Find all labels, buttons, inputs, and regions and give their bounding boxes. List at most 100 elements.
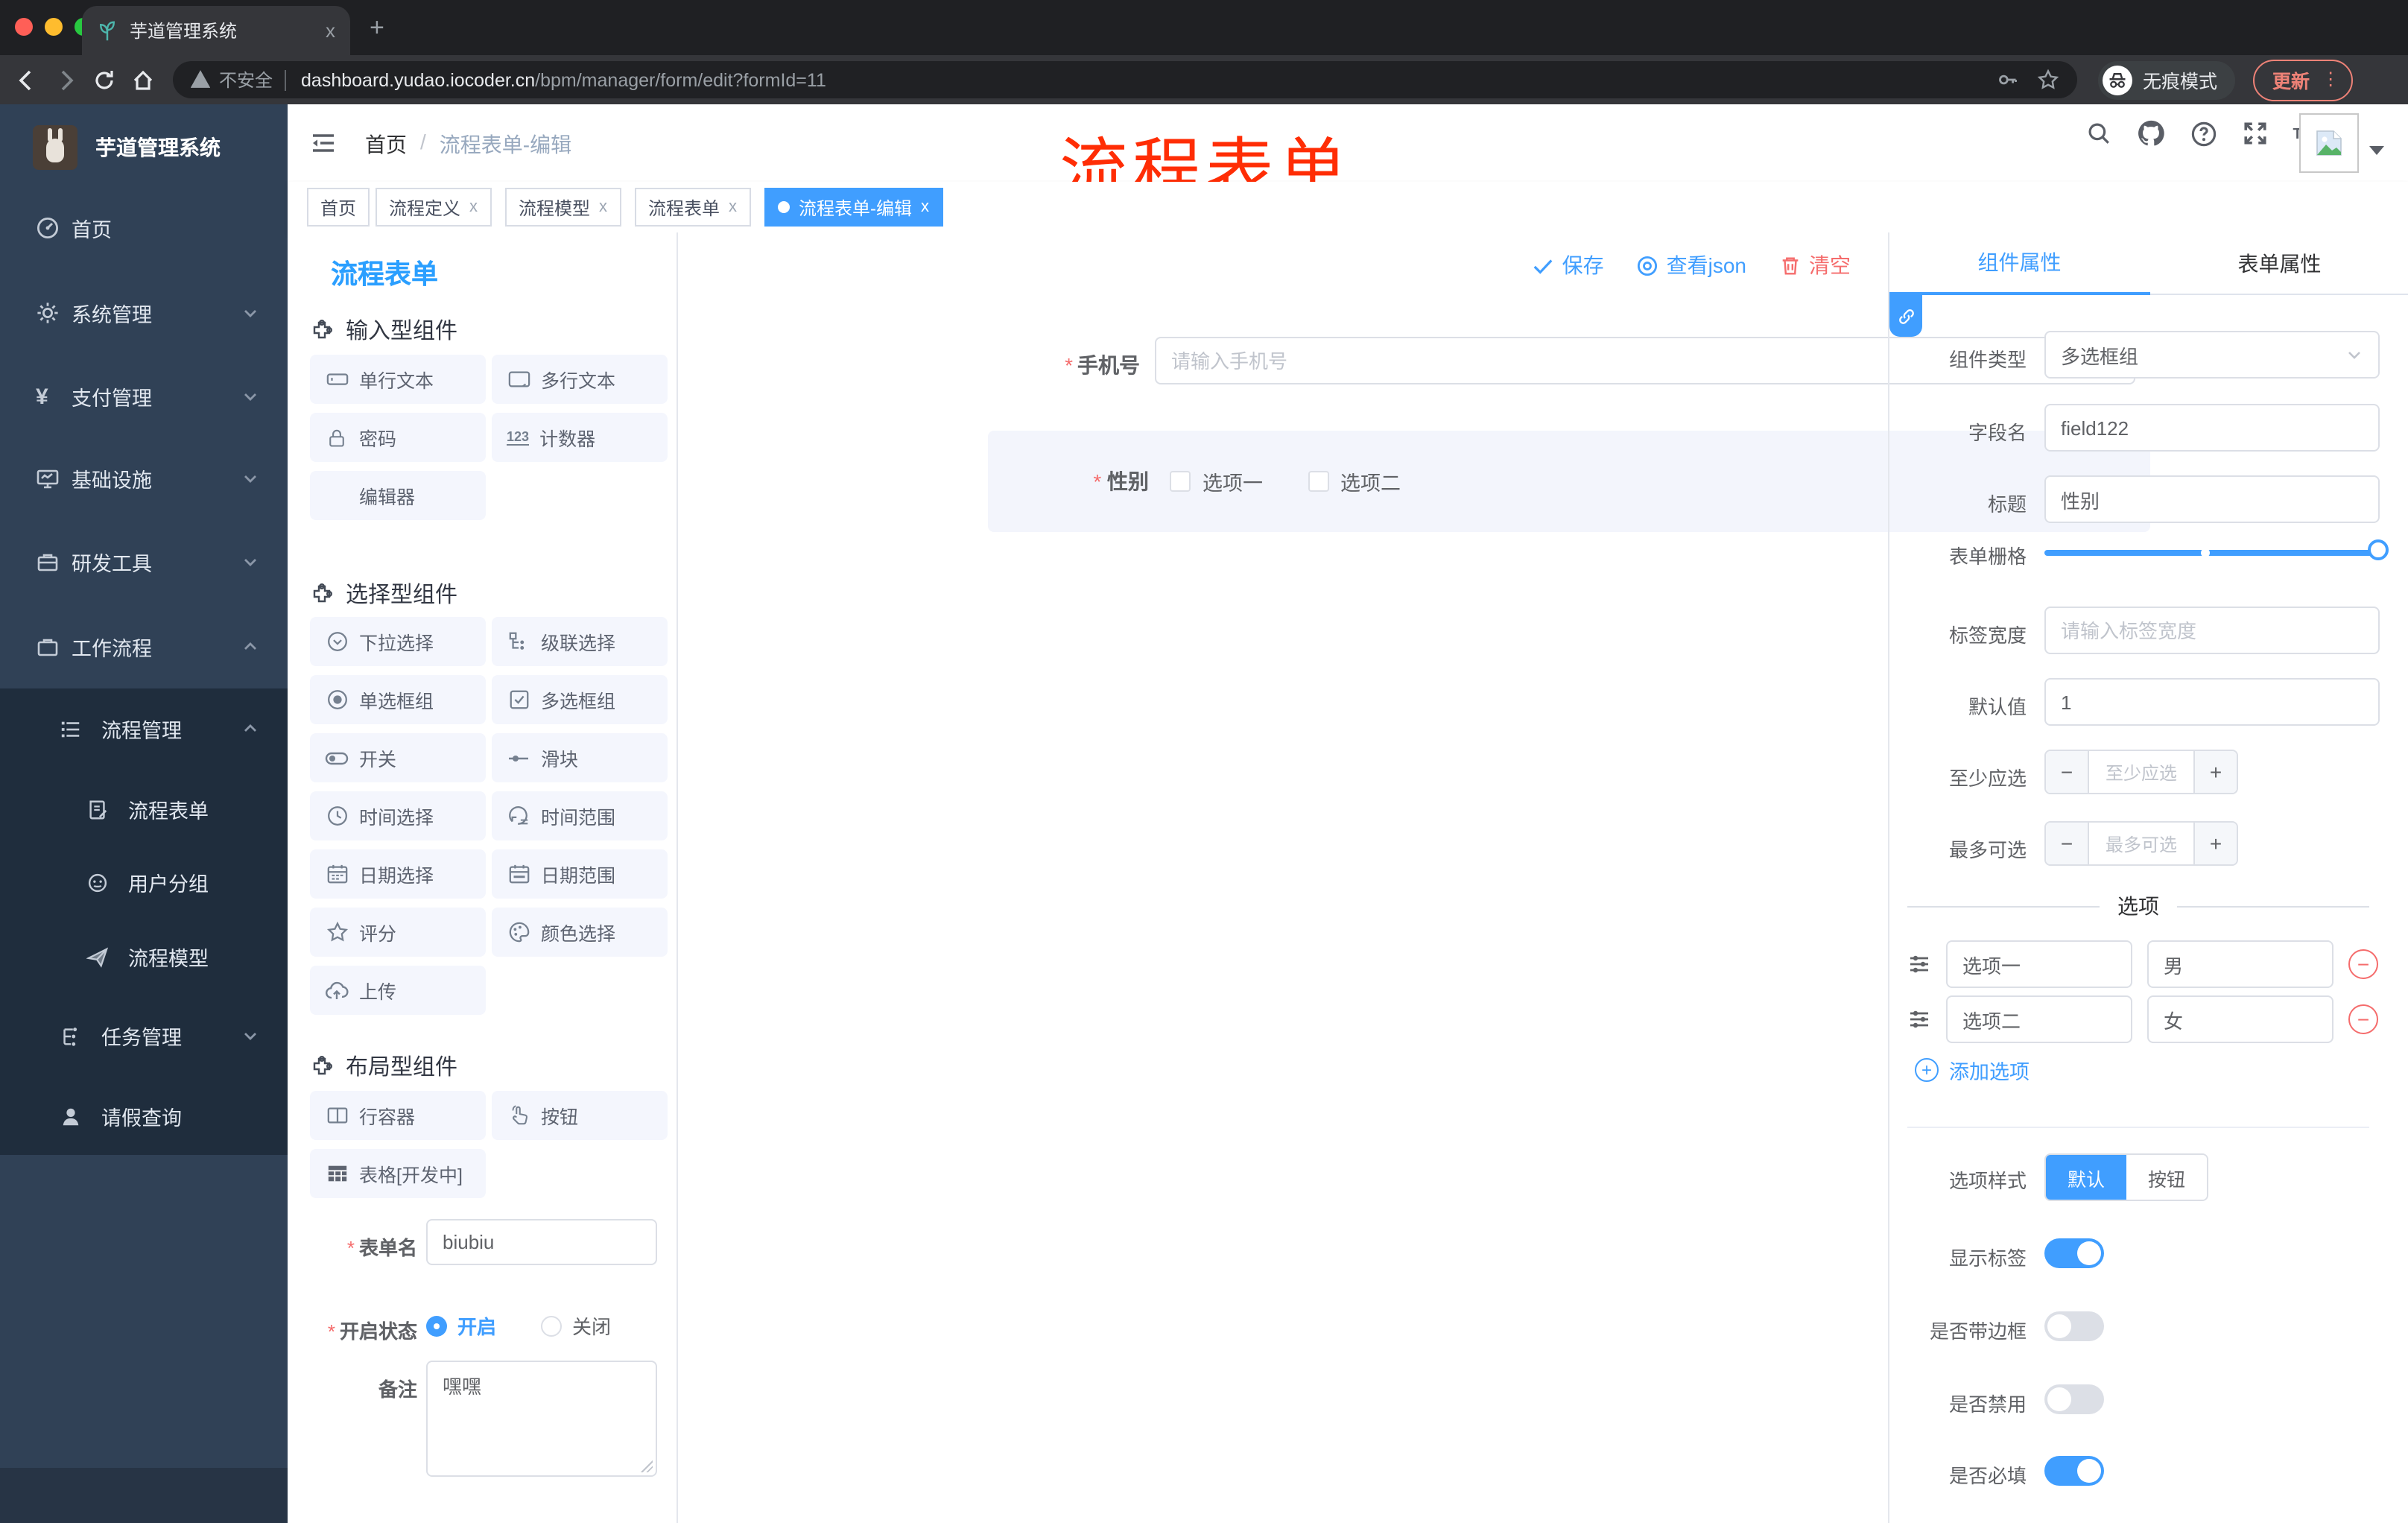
tab-form-props[interactable]: 表单属性 — [2149, 232, 2408, 295]
tag-tab-process-definition[interactable]: 流程定义 x — [376, 188, 492, 227]
tab-close-icon[interactable]: x — [469, 198, 478, 216]
palette-item-editor[interactable]: 编辑器 — [310, 471, 486, 520]
form-name-field[interactable] — [426, 1219, 657, 1265]
option-1-value-input[interactable] — [2164, 953, 2317, 975]
tag-tab-process-form[interactable]: 流程表单 x — [635, 188, 751, 227]
label-width-field[interactable] — [2044, 607, 2380, 654]
tab-component-props[interactable]: 组件属性 — [1889, 232, 2149, 295]
stepper-minus-button[interactable]: − — [2046, 823, 2089, 864]
tab-close-icon[interactable]: x — [326, 19, 335, 42]
show-label-toggle[interactable] — [2044, 1238, 2104, 1268]
palette-item-password[interactable]: 密码 — [310, 413, 486, 462]
back-icon[interactable] — [15, 68, 39, 92]
form-grid-slider[interactable] — [2044, 539, 2389, 560]
avatar-caret-icon[interactable] — [2369, 146, 2384, 155]
sidebar-item-payment[interactable]: ¥ 支付管理 — [0, 359, 288, 434]
add-option-button[interactable]: + 添加选项 — [1915, 1055, 2030, 1085]
stepper-plus-button[interactable]: + — [2193, 823, 2237, 864]
palette-item-single-text[interactable]: 单行文本 — [310, 355, 486, 404]
tab-close-icon[interactable]: x — [729, 198, 737, 216]
default-value-field[interactable] — [2044, 678, 2380, 726]
palette-item-counter[interactable]: 123 计数器 — [492, 413, 668, 462]
sidebar-item-system[interactable]: 系统管理 — [0, 276, 288, 350]
fullscreen-icon[interactable] — [2242, 121, 2267, 146]
tab-close-icon[interactable]: x — [921, 198, 929, 216]
reload-icon[interactable] — [92, 68, 116, 92]
not-secure-warning-icon[interactable] — [191, 70, 210, 89]
sidebar-item-process-form[interactable]: 流程表单 — [0, 772, 288, 846]
bookmark-star-icon[interactable] — [2037, 69, 2059, 91]
tag-tab-process-form-edit[interactable]: 流程表单-编辑 x — [764, 188, 942, 227]
field-name-field[interactable] — [2044, 404, 2380, 452]
component-type-select[interactable]: 多选框组 — [2044, 331, 2380, 379]
gender-checkbox-1[interactable] — [1170, 471, 1191, 492]
sidebar-item-home[interactable]: 首页 — [0, 191, 288, 265]
minimize-window-button[interactable] — [45, 18, 63, 36]
palette-item-color-picker[interactable]: 颜色选择 — [492, 908, 668, 957]
stepper-plus-button[interactable]: + — [2193, 751, 2237, 793]
browser-update-chip[interactable]: 更新 ⋮ — [2253, 59, 2354, 101]
form-name-input[interactable] — [443, 1231, 641, 1253]
window-controls[interactable] — [15, 18, 92, 36]
option-2-label-field[interactable] — [1946, 995, 2132, 1043]
label-width-input[interactable] — [2061, 619, 2363, 642]
min-select-stepper[interactable]: − 至少应选 + — [2044, 750, 2238, 794]
palette-item-time-picker[interactable]: 时间选择 — [310, 791, 486, 840]
style-default-button[interactable]: 默认 — [2046, 1155, 2126, 1200]
title-field[interactable] — [2044, 475, 2380, 523]
update-label[interactable]: 更新 — [2272, 66, 2310, 94]
option-1-label-input[interactable] — [1962, 953, 2116, 975]
not-secure-label[interactable]: 不安全 — [219, 67, 273, 92]
with-border-toggle[interactable] — [2044, 1311, 2104, 1341]
password-key-icon[interactable] — [1997, 69, 2019, 91]
palette-item-checkbox-group[interactable]: 多选框组 — [492, 675, 668, 724]
new-tab-button[interactable]: + — [370, 15, 384, 40]
address-bar[interactable]: 不安全 dashboard.yudao.iocoder.cn/bpm/manag… — [173, 61, 2077, 98]
sidebar-item-devtools[interactable]: 研发工具 — [0, 525, 288, 599]
option-2-value-field[interactable] — [2147, 995, 2333, 1043]
palette-item-radio-group[interactable]: 单选框组 — [310, 675, 486, 724]
sidebar-item-workflow[interactable]: 工作流程 — [0, 609, 288, 684]
palette-item-multi-text[interactable]: 多行文本 — [492, 355, 668, 404]
title-input[interactable] — [2061, 488, 2363, 510]
search-icon[interactable] — [2085, 121, 2111, 146]
github-icon[interactable] — [2136, 119, 2164, 148]
sidebar-item-process-manage[interactable]: 流程管理 — [0, 691, 288, 766]
palette-item-cascader[interactable]: 级联选择 — [492, 617, 668, 666]
home-icon[interactable] — [131, 68, 155, 92]
browser-menu-icon[interactable]: ⋮ — [2322, 70, 2339, 88]
drag-handle-icon[interactable] — [1907, 1007, 1931, 1031]
tag-tab-process-model[interactable]: 流程模型 x — [505, 188, 621, 227]
data-bind-link-tag[interactable] — [1889, 295, 1922, 337]
default-value-input[interactable] — [2061, 691, 2363, 713]
style-button-button[interactable]: 按钮 — [2126, 1155, 2207, 1200]
palette-item-time-range[interactable]: 时间范围 — [492, 791, 668, 840]
disabled-toggle[interactable] — [2044, 1384, 2104, 1414]
palette-item-select[interactable]: 下拉选择 — [310, 617, 486, 666]
max-select-stepper[interactable]: − 最多可选 + — [2044, 821, 2238, 866]
remove-option-button[interactable]: − — [2348, 1004, 2378, 1034]
avatar[interactable] — [2299, 113, 2359, 173]
gender-checkbox-2[interactable] — [1308, 471, 1328, 492]
option-1-label-field[interactable] — [1946, 940, 2132, 988]
palette-item-table[interactable]: 表格[开发中] — [310, 1149, 486, 1198]
close-window-button[interactable] — [15, 18, 33, 36]
palette-item-upload[interactable]: 上传 — [310, 966, 486, 1015]
tag-tab-home[interactable]: 首页 — [307, 188, 370, 227]
help-icon[interactable] — [2190, 120, 2217, 147]
breadcrumb-home[interactable]: 首页 — [365, 130, 407, 159]
palette-item-switch[interactable]: 开关 — [310, 733, 486, 782]
tab-close-icon[interactable]: x — [599, 198, 607, 216]
sidebar-collapse-icon[interactable] — [310, 130, 337, 156]
field-name-input[interactable] — [2061, 417, 2363, 439]
clear-button[interactable]: 清空 — [1779, 250, 1851, 280]
drag-handle-icon[interactable] — [1907, 952, 1931, 976]
palette-item-rate[interactable]: 评分 — [310, 908, 486, 957]
option-2-value-input[interactable] — [2164, 1008, 2317, 1030]
palette-item-date-range[interactable]: 日期范围 — [492, 849, 668, 899]
radio-unselected-icon[interactable] — [541, 1315, 562, 1336]
palette-item-row-container[interactable]: 行容器 — [310, 1091, 486, 1140]
palette-item-button[interactable]: 按钮 — [492, 1091, 668, 1140]
option-1-value-field[interactable] — [2147, 940, 2333, 988]
stepper-minus-button[interactable]: − — [2046, 751, 2089, 793]
